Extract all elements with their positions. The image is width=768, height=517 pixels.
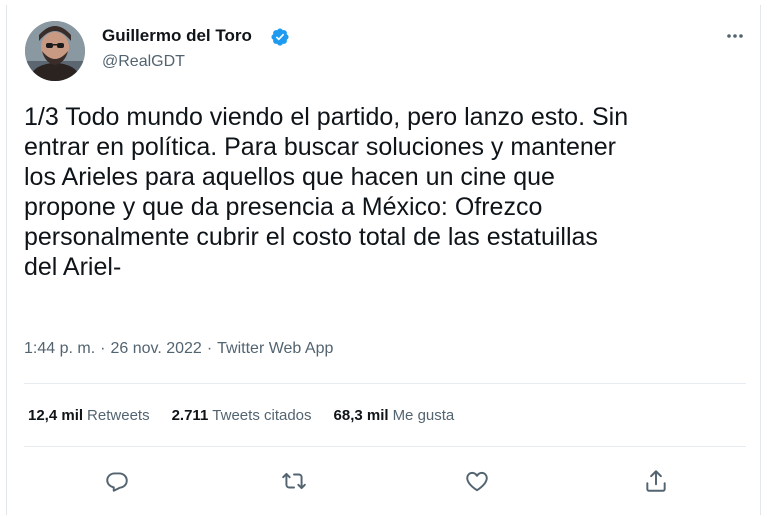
likes-label: Me gusta: [392, 407, 455, 424]
meta-separator: ·: [100, 340, 106, 357]
retweet-icon[interactable]: [281, 468, 307, 494]
divider: [24, 446, 746, 447]
likes-stat[interactable]: 68,3 mil Me gusta: [334, 406, 455, 426]
divider: [24, 383, 746, 384]
quotes-count: 2.711: [171, 407, 209, 424]
like-icon[interactable]: [464, 468, 490, 494]
avatar-image: [25, 21, 85, 81]
quotes-label: Tweets citados: [212, 407, 312, 424]
retweets-stat[interactable]: 12,4 mil Retweets: [28, 406, 150, 426]
tweet-meta: 1:44 p. m. · 26 nov. 2022 · Twitter Web App: [24, 339, 333, 359]
reply-icon[interactable]: [104, 468, 130, 494]
verified-badge-icon: [270, 27, 290, 47]
tweet-stats: 12,4 mil Retweets 2.711 Tweets citados 68,3 …: [28, 406, 476, 426]
tweet-date[interactable]: 26 nov. 2022: [110, 340, 201, 357]
tweet-time[interactable]: 1:44 p. m.: [24, 340, 95, 357]
share-icon[interactable]: [643, 468, 669, 494]
likes-count: 68,3 mil: [333, 407, 389, 424]
author-handle[interactable]: @RealGDT: [102, 52, 185, 72]
more-horizontal-icon[interactable]: [720, 26, 750, 46]
tweet-text: 1/3 Todo mundo viendo el partido, pero l…: [24, 103, 629, 281]
quotes-stat[interactable]: 2.711 Tweets citados: [172, 406, 312, 426]
tweet-source[interactable]: Twitter Web App: [217, 340, 333, 357]
avatar[interactable]: [25, 21, 85, 81]
retweets-count: 12,4 mil: [28, 407, 84, 424]
retweets-label: Retweets: [87, 407, 150, 424]
author-name[interactable]: Guillermo del Toro: [102, 26, 252, 46]
meta-separator: ·: [206, 340, 213, 357]
